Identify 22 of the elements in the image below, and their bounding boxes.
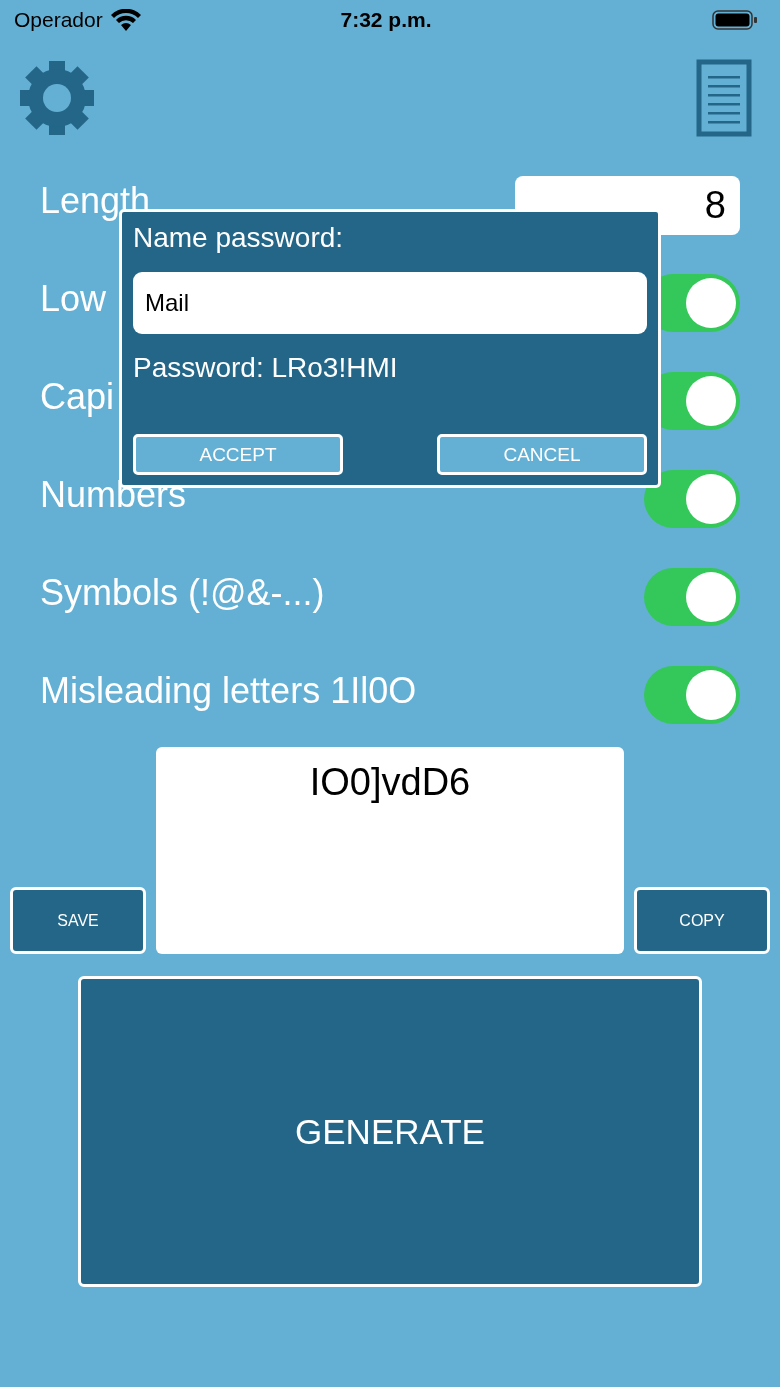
settings-icon[interactable]	[18, 59, 96, 137]
option-label: Length	[40, 183, 151, 219]
toggle-switch[interactable]	[644, 666, 740, 724]
option-label: Numbers	[40, 477, 187, 513]
carrier-name: Operador	[14, 8, 103, 32]
document-icon[interactable]	[696, 59, 752, 137]
password-text: Password: LRo3!HMI	[133, 352, 399, 384]
generated-password: IO0]vdD6	[309, 761, 471, 805]
dialog-title: Name password:	[133, 222, 345, 254]
name-field[interactable]: Mail	[133, 272, 647, 334]
status-time: 7:32 p.m.	[339, 8, 433, 32]
toggle-switch[interactable]	[644, 568, 740, 626]
option-label: Low	[40, 281, 107, 317]
generate-button[interactable]: GENERATE	[78, 976, 702, 1287]
option-label: Capi	[40, 379, 115, 415]
copy-button[interactable]: COPY	[634, 887, 770, 954]
wifi-icon	[110, 9, 141, 31]
battery-icon	[712, 10, 758, 30]
option-label: Symbols (!@&-...)	[40, 575, 325, 611]
save-button[interactable]: SAVE	[10, 887, 146, 954]
option-label: Misleading letters 1Il0O	[40, 673, 417, 709]
toggle-switch[interactable]	[644, 470, 740, 528]
